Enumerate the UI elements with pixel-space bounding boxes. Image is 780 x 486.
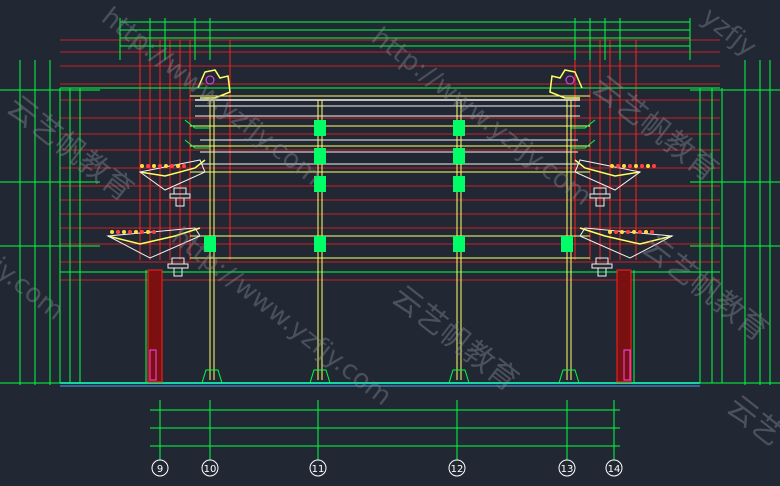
eave-ornament: [176, 164, 180, 168]
eave-ornament: [632, 230, 636, 234]
column-base: [448, 369, 470, 384]
eave-ornament: [140, 230, 144, 234]
eave-ornament: [652, 164, 656, 168]
axis-bubble-12: 12: [448, 459, 466, 477]
watermark-brand: 云艺帆教育: [585, 69, 725, 189]
eave-ornament: [644, 230, 648, 234]
column-base: [309, 369, 331, 384]
eave-ornament: [128, 230, 132, 234]
watermark-url: http://www.yzfjy.com: [366, 22, 597, 212]
column-block: [314, 236, 326, 252]
bracket: [595, 257, 609, 265]
axis-label-9: 9: [157, 464, 163, 475]
eave-ornament: [646, 164, 650, 168]
eave-ornament: [170, 164, 174, 168]
leader-line: [184, 139, 210, 149]
eave-ornament: [152, 230, 156, 234]
eave-ornament: [634, 164, 638, 168]
eave-ornament: [616, 164, 620, 168]
eave-ornament: [122, 230, 126, 234]
cad-drawing-canvas[interactable]: 9 10 11 12 13 14 http://www.yzfjy.com 云艺…: [0, 0, 780, 486]
leader-line: [570, 139, 596, 149]
bracket: [167, 263, 189, 269]
column-block: [453, 120, 465, 136]
elevation-drawing: 9 10 11 12 13 14 http://www.yzfjy.com 云艺…: [0, 2, 780, 477]
eave-ornament: [610, 164, 614, 168]
column-block: [453, 176, 465, 192]
eave-ornament: [638, 230, 642, 234]
axis-label-12: 12: [451, 464, 464, 475]
eave-ornament: [622, 164, 626, 168]
eave-ornament: [146, 164, 150, 168]
axis-label-13: 13: [561, 464, 574, 475]
axis-bubble-11: 11: [309, 459, 327, 477]
axis-bubble-9: 9: [151, 459, 169, 477]
eave-ornament: [628, 164, 632, 168]
eave-ornament: [146, 230, 150, 234]
eave-ornament: [152, 164, 156, 168]
eave-ornament: [134, 230, 138, 234]
eave-ornament: [182, 164, 186, 168]
axis-label-10: 10: [204, 464, 217, 475]
watermark-url-fragment: yzfjy: [696, 2, 762, 63]
bracket: [591, 263, 613, 269]
eave-ornament: [640, 164, 644, 168]
eave-ornament: [620, 230, 624, 234]
watermark-brand-fragment: 云艺: [720, 389, 780, 454]
column-block: [561, 236, 573, 252]
axis-label-11: 11: [312, 464, 325, 475]
column-base: [201, 369, 223, 384]
bracket: [171, 257, 185, 265]
ridge-ornament-detail: [565, 75, 575, 85]
axis-bubble-10: 10: [201, 459, 219, 477]
axis-bubble-13: 13: [558, 459, 576, 477]
column-block: [314, 120, 326, 136]
column-block: [453, 148, 465, 164]
axis-label-14: 14: [608, 464, 621, 475]
eave-ornament: [614, 230, 618, 234]
eave-ornament: [140, 164, 144, 168]
column-block: [453, 236, 465, 252]
eave-ornament: [164, 164, 168, 168]
eave-ornament: [158, 164, 162, 168]
watermark-brand: 云艺帆教育: [385, 279, 525, 399]
column-base: [558, 369, 580, 384]
axis-bubble-14: 14: [605, 459, 623, 477]
eave-ornament: [110, 230, 114, 234]
eave-ornament: [626, 230, 630, 234]
watermark-brand: 云艺帆教育: [635, 229, 775, 349]
eave-ornament: [608, 230, 612, 234]
leader-line: [184, 119, 210, 129]
axis-bubbles: 9 10 11 12 13 14: [151, 459, 623, 477]
leader-line: [570, 119, 596, 129]
eave-ornament: [116, 230, 120, 234]
